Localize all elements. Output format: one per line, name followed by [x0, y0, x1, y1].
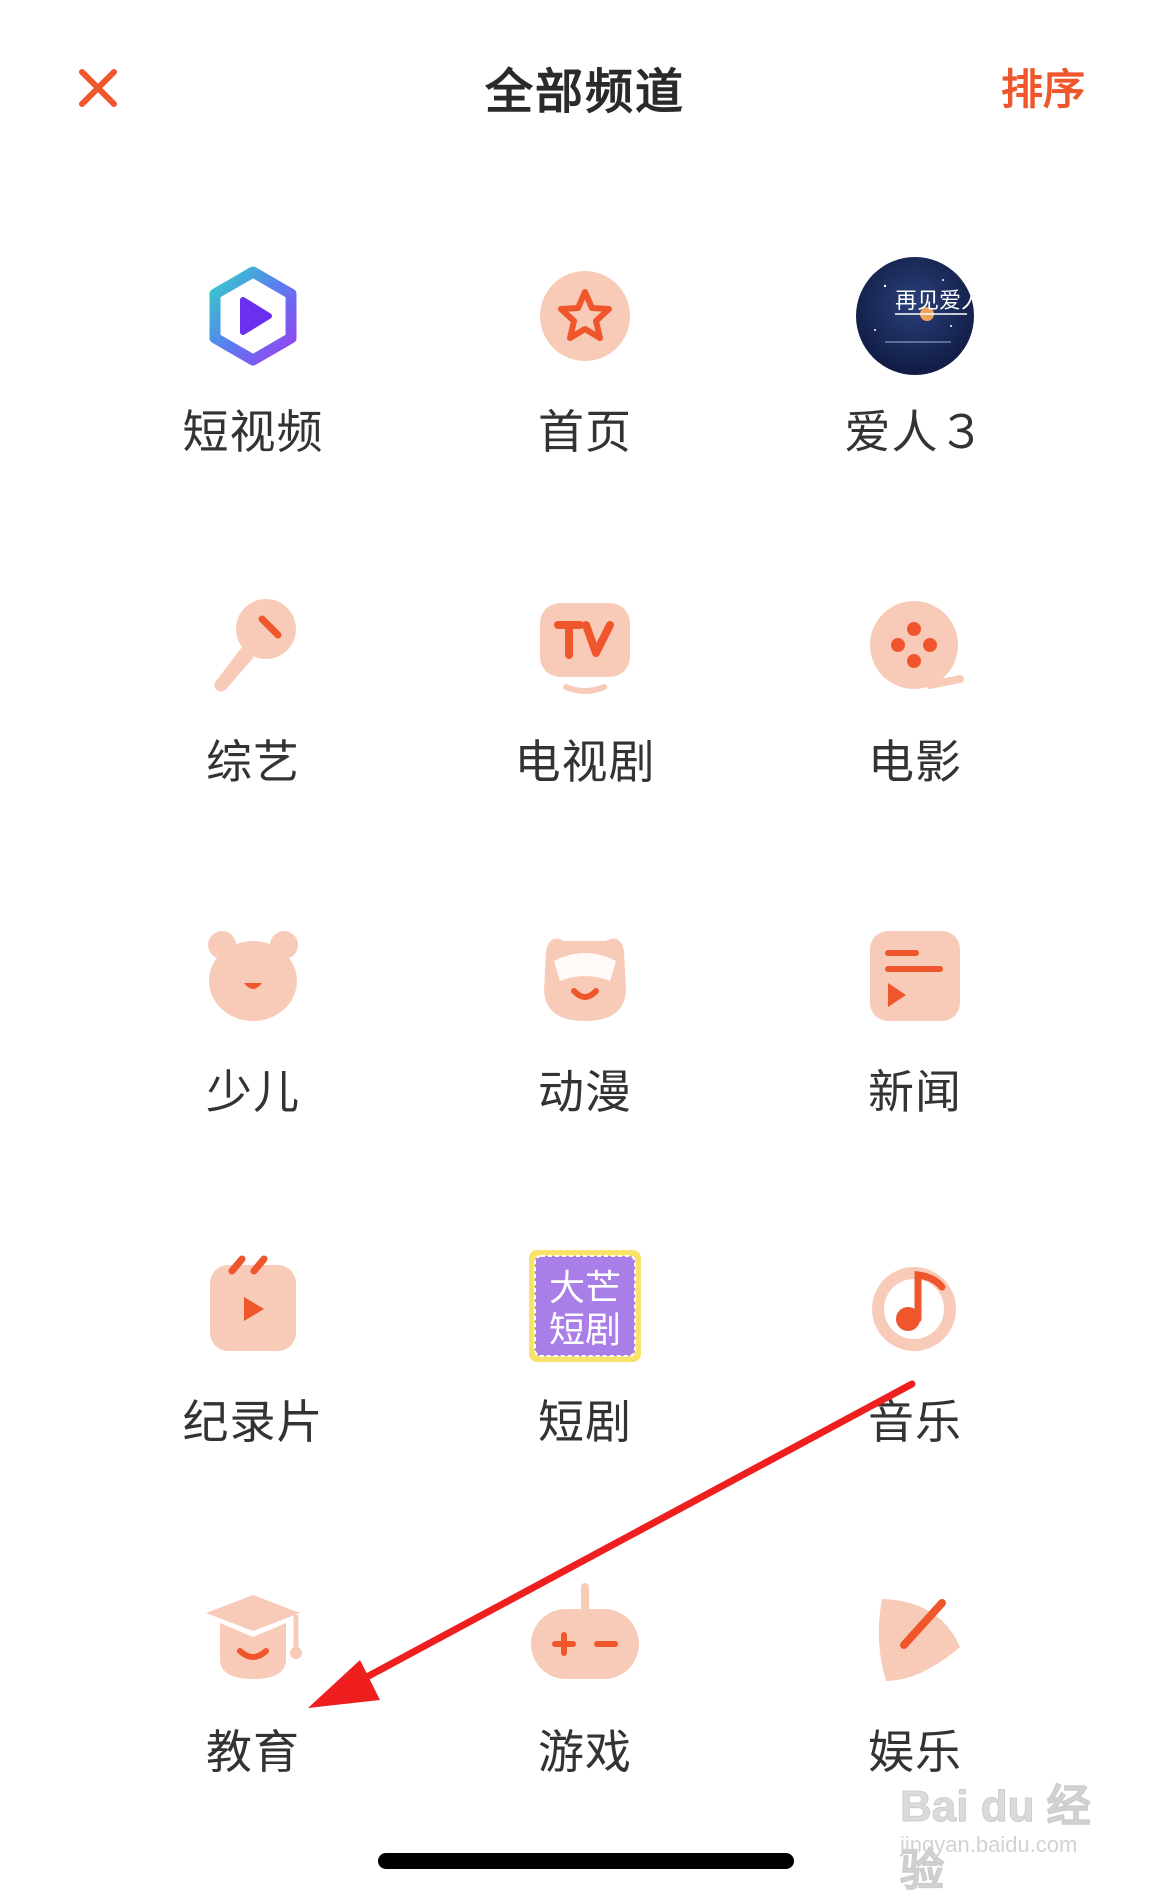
channel-label: 电视剧 — [514, 735, 656, 789]
short-drama-badge-line2: 短剧 — [549, 1310, 621, 1351]
channel-label: 少儿 — [206, 1065, 300, 1119]
anime-face-icon — [525, 916, 645, 1036]
poster-title: 再见爱人 — [895, 289, 975, 314]
home-indicator[interactable] — [378, 1853, 794, 1869]
channel-games[interactable]: 游戏 — [420, 1576, 750, 1836]
home-star-icon — [525, 256, 645, 376]
channel-variety[interactable]: 综艺 — [88, 586, 418, 846]
channel-label: 新闻 — [868, 1065, 962, 1119]
channel-label: 短剧 — [538, 1395, 632, 1449]
channel-movie[interactable]: 电影 — [750, 586, 1080, 846]
channel-label: 游戏 — [538, 1725, 632, 1779]
drama-poster-icon: 再见爱人 — [855, 256, 975, 376]
news-icon — [855, 916, 975, 1036]
channel-drama-poster[interactable]: 再见爱人 爱人３ — [750, 256, 1080, 516]
short-drama-icon: 大芒 短剧 — [525, 1246, 645, 1366]
tv-icon — [525, 586, 645, 706]
graduation-cap-icon — [193, 1576, 313, 1696]
music-note-icon — [855, 1246, 975, 1366]
clapperboard-icon — [193, 1246, 313, 1366]
gamepad-icon — [525, 1576, 645, 1696]
channel-label: 纪录片 — [182, 1395, 324, 1449]
channel-grid: 短视频 首页 再见爱人 爱人３ 综艺 电视剧 电影 少儿 动漫 新闻 纪录片 大… — [0, 0, 1170, 1893]
bear-icon — [193, 916, 313, 1036]
channel-label: 教育 — [206, 1725, 300, 1779]
channel-short-video[interactable]: 短视频 — [88, 256, 418, 516]
channel-education[interactable]: 教育 — [88, 1576, 418, 1836]
channel-tv-series[interactable]: 电视剧 — [420, 586, 750, 846]
watermark-sub: jingyan.baidu.com — [900, 1832, 1078, 1857]
channel-label: 动漫 — [538, 1065, 632, 1119]
short-drama-badge-line1: 大芒 — [549, 1268, 621, 1309]
channel-kids[interactable]: 少儿 — [88, 916, 418, 1176]
short-video-icon — [193, 256, 313, 376]
channel-label: 音乐 — [868, 1395, 962, 1449]
channel-label: 爱人３ — [844, 405, 986, 459]
channel-label: 短视频 — [182, 405, 324, 459]
channel-label: 首页 — [538, 405, 632, 459]
channel-short-drama[interactable]: 大芒 短剧 短剧 — [420, 1246, 750, 1506]
channel-anime[interactable]: 动漫 — [420, 916, 750, 1176]
microphone-icon — [193, 586, 313, 706]
leaf-pen-icon — [855, 1576, 975, 1696]
channel-label: 综艺 — [206, 735, 300, 789]
channel-label: 电影 — [868, 735, 962, 789]
channel-home[interactable]: 首页 — [420, 256, 750, 516]
channel-music[interactable]: 音乐 — [750, 1246, 1080, 1506]
film-reel-icon — [855, 586, 975, 706]
watermark: Bai du 经验 jingyan.baidu.com — [860, 1770, 1110, 1896]
channel-news[interactable]: 新闻 — [750, 916, 1080, 1176]
channel-documentary[interactable]: 纪录片 — [88, 1246, 418, 1506]
